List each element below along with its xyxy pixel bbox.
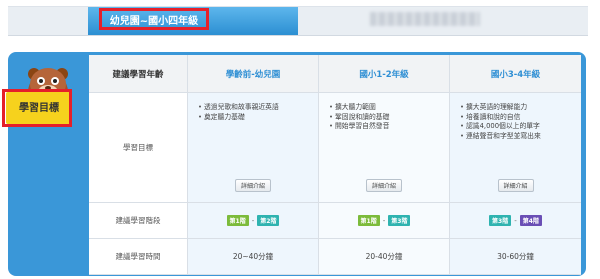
goal-item: 培養讀和說的自信: [460, 113, 577, 123]
time-cell-grade-1-2: 20-40分鐘: [319, 239, 450, 275]
time-cell-grade-3-4: 30-60分鐘: [450, 239, 581, 275]
stage-tag: 第3階: [388, 215, 411, 226]
goals-cell-preschool: 透過兒歌和故事親近英語 奠定聽力基礎 詳細介紹: [188, 93, 319, 203]
stage-separator: -: [382, 216, 386, 225]
row-label-stages: 建議學習階段: [89, 203, 188, 239]
stage-tag: 第3階: [489, 215, 512, 226]
goals-cell-grade-1-2: 擴大聽力範圍 鞏固說和讀的基礎 開始學習自然發音 詳細介紹: [319, 93, 450, 203]
goal-item: 開始學習自然發音: [329, 122, 445, 132]
stage-tag: 第1階: [226, 215, 249, 226]
detail-button-grade-3-4[interactable]: 詳細介紹: [497, 179, 534, 192]
time-cell-preschool: 20~40分鐘: [188, 239, 319, 275]
row-label-goals: 學習目標: [89, 93, 188, 203]
goal-item: 認識4,000個以上的單字: [460, 122, 577, 132]
goal-item: 鞏固說和讀的基礎: [329, 113, 445, 123]
blurred-text: [370, 12, 480, 26]
stage-separator: -: [251, 216, 255, 225]
goal-item: 奠定聽力基礎: [198, 113, 314, 123]
detail-button-preschool[interactable]: 詳細介紹: [235, 179, 271, 192]
goal-item: 擴大英語的理解能力: [460, 103, 577, 113]
study-time: 20~40分鐘: [232, 252, 274, 261]
badge-label: 學習目標: [19, 103, 59, 114]
goals-list: 擴大英語的理解能力 培養讀和說的自信 認識4,000個以上的單字 連結聲音和字型…: [460, 103, 577, 141]
course-table: 建議學習年齡 學齡前-幼兒園 國小1-2年級 國小3-4年級 學習目標 透過兒歌…: [89, 55, 581, 275]
corner-label: 建議學習年齡: [89, 55, 188, 93]
goal-item: 連結聲音和字型並寫出來: [460, 132, 577, 142]
goal-item: 擴大聽力範圍: [329, 103, 445, 113]
stages-cell-grade-3-4: 第3階 - 第4階: [450, 203, 581, 239]
goals-list: 透過兒歌和故事親近英語 奠定聽力基礎: [198, 103, 314, 122]
stage-separator: -: [514, 216, 517, 225]
stage-tag: 第4階: [519, 215, 542, 226]
study-time: 30-60分鐘: [497, 252, 534, 261]
study-time: 20-40分鐘: [365, 252, 403, 261]
stage-tag: 第1階: [357, 215, 380, 226]
goals-cell-grade-3-4: 擴大英語的理解能力 培養讀和說的自信 認識4,000個以上的單字 連結聲音和字型…: [450, 93, 581, 203]
row-label-time: 建議學習時間: [89, 239, 188, 275]
column-header-grade-1-2: 國小1-2年級: [319, 55, 450, 93]
detail-button-grade-1-2[interactable]: 詳細介紹: [366, 179, 402, 192]
column-header-grade-3-4: 國小3-4年級: [450, 55, 581, 93]
column-header-preschool: 學齡前-幼兒園: [188, 55, 319, 93]
stages-cell-grade-1-2: 第1階 - 第3階: [319, 203, 450, 239]
goals-list: 擴大聽力範圍 鞏固說和讀的基礎 開始學習自然發音: [329, 103, 445, 132]
stages-cell-preschool: 第1階 - 第2階: [188, 203, 319, 239]
grade-title: 幼兒園~國小四年級: [99, 8, 209, 30]
goal-item: 透過兒歌和故事親近英語: [198, 103, 314, 113]
stage-tag: 第2階: [257, 215, 280, 226]
